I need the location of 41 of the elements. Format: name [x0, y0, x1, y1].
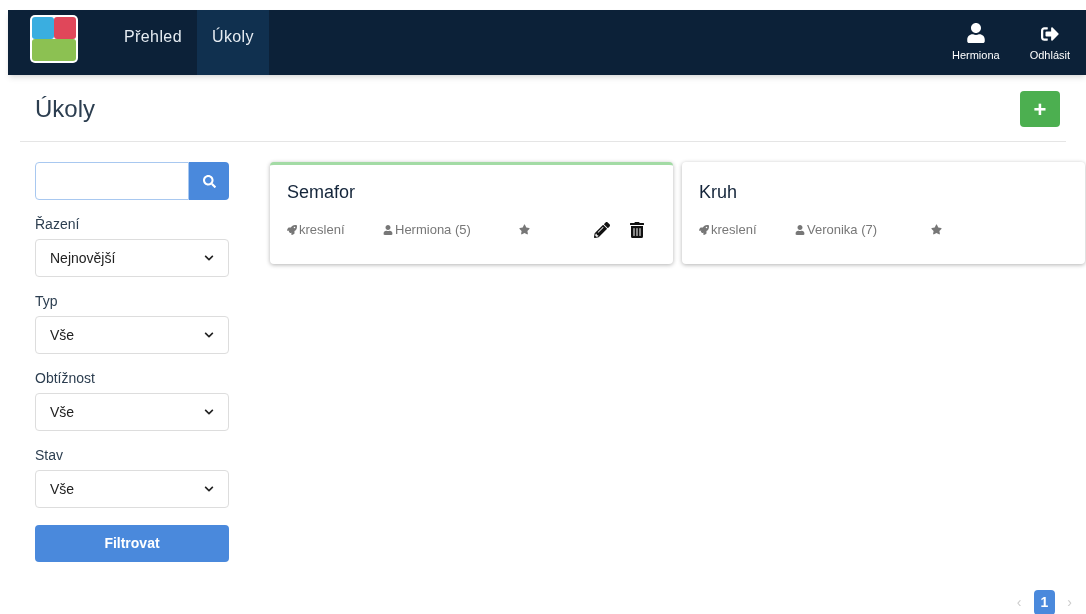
filter-select[interactable]: Vše [35, 470, 229, 508]
logout-link[interactable]: Odhlásit [1029, 24, 1070, 63]
rocket-icon [287, 224, 297, 235]
filter-select[interactable]: Nejnovější [35, 239, 229, 277]
rocket-icon [699, 224, 709, 235]
user-icon [795, 224, 805, 235]
task-title: Semafor [287, 181, 357, 204]
filter-label: Typ [35, 292, 59, 311]
search-field[interactable] [35, 162, 189, 200]
edit-icon[interactable] [594, 221, 610, 238]
user-icon [965, 22, 986, 43]
task-card[interactable]: Semafor kreslení Hermiona (5) [270, 162, 673, 264]
task-author: Veronika (7) [795, 220, 931, 240]
page-link[interactable]: 1 [1033, 590, 1056, 614]
user-link[interactable]: Hermiona [951, 22, 1000, 63]
filter-label: Řazení [35, 215, 81, 234]
task-title: Kruh [699, 181, 739, 204]
star-icon[interactable] [931, 224, 942, 236]
task-card[interactable]: Kruh kreslení Veronika (7) [682, 162, 1085, 264]
delete-icon[interactable] [630, 221, 644, 238]
filter-select[interactable]: Vše [35, 316, 229, 354]
chevron-down-icon [204, 407, 214, 417]
star-icon[interactable] [519, 224, 530, 236]
filter-select[interactable]: Vše [35, 393, 229, 431]
user-icon [383, 224, 393, 235]
nav-tab[interactable]: Úkoly [196, 10, 269, 75]
task-author: Hermiona (5) [383, 220, 519, 240]
nav-tab[interactable]: Přehled [109, 10, 197, 75]
logout-icon [1040, 24, 1059, 43]
filter-label: Obtížnost [35, 369, 96, 388]
puzzle-logo-icon[interactable] [29, 14, 79, 64]
filter-button[interactable]: Filtrovat [35, 525, 229, 562]
task-category: kreslení [699, 220, 795, 240]
filter-label: Stav [35, 446, 64, 465]
task-category: kreslení [287, 220, 383, 240]
page-title: Úkoly [35, 94, 95, 124]
chevron-down-icon [204, 330, 214, 340]
search-icon [202, 174, 216, 188]
chevron-down-icon [204, 253, 214, 263]
search-button[interactable] [189, 162, 229, 200]
chevron-down-icon [204, 484, 214, 494]
